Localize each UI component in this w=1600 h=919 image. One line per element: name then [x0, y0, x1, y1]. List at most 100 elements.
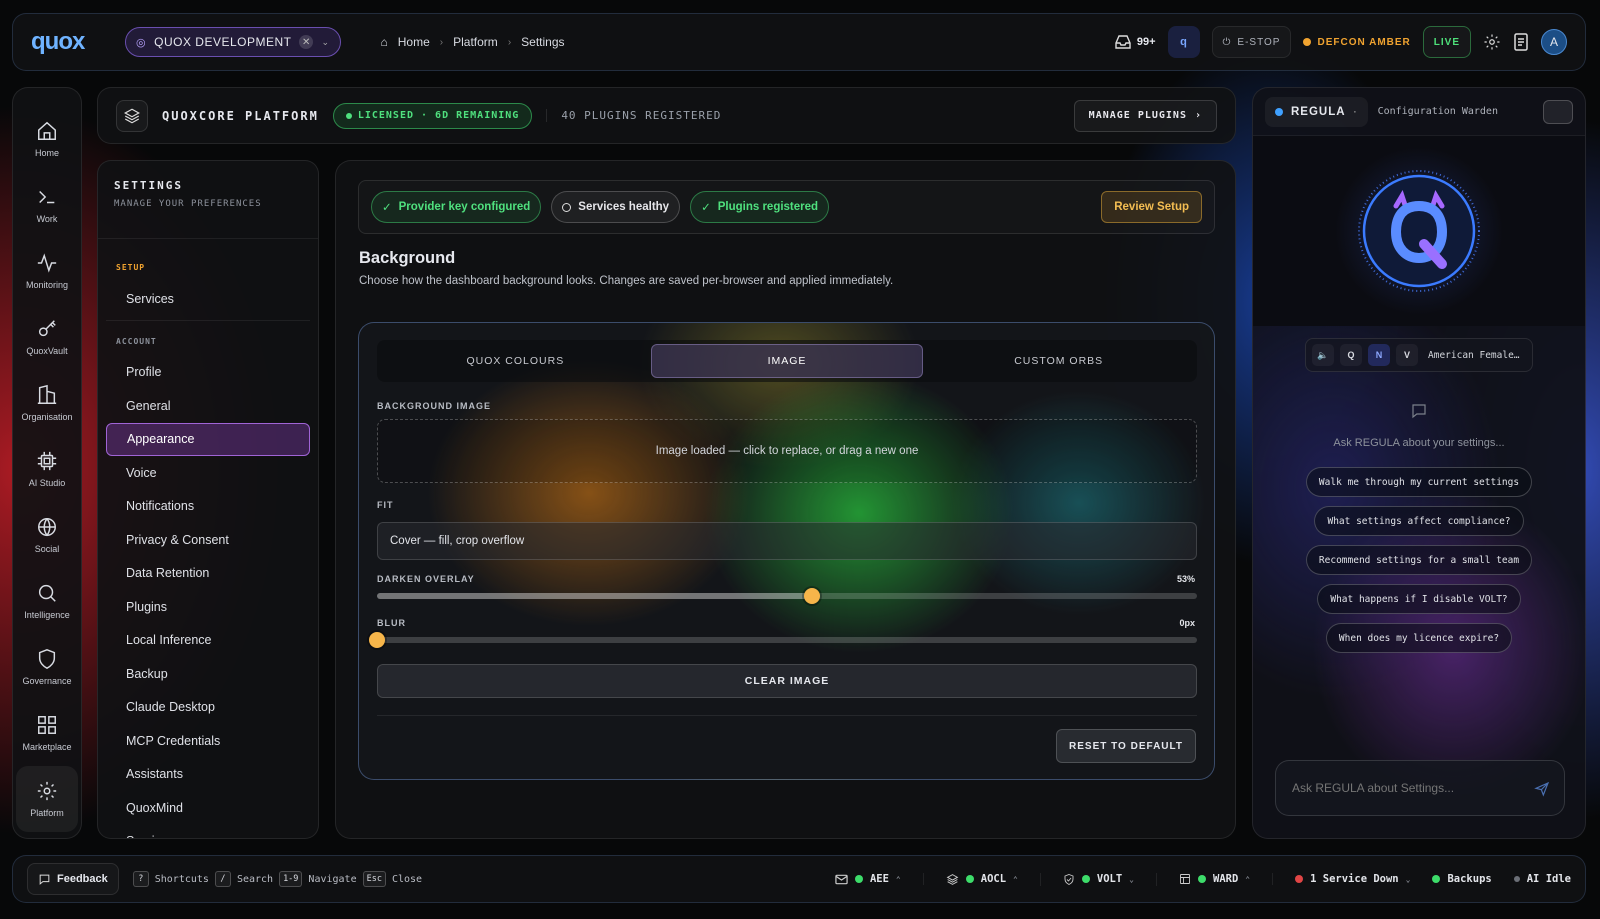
settings-item-plugins[interactable]: Plugins	[106, 590, 310, 624]
clear-org-icon[interactable]: ✕	[299, 35, 314, 49]
stat-ai-idle[interactable]: AI Idle	[1513, 873, 1571, 885]
stat-service-down[interactable]: 1 Service Down ⌄	[1295, 873, 1410, 885]
defcon-status[interactable]: DEFCON AMBER	[1303, 37, 1410, 48]
stat-aee[interactable]: AEE ⌃	[835, 873, 924, 885]
suggestion-chip[interactable]: Recommend settings for a small team	[1305, 545, 1533, 575]
stat-ward[interactable]: WARD ⌃	[1179, 873, 1274, 885]
breadcrumb-platform[interactable]: Platform	[453, 35, 498, 49]
live-badge[interactable]: LIVE	[1422, 26, 1471, 58]
status-chip-plugins[interactable]: ✓ Plugins registered	[690, 191, 830, 223]
voice-name[interactable]: American Female…	[1428, 350, 1520, 361]
estop-button[interactable]: ⏻ E-STOP	[1211, 26, 1292, 58]
review-setup-button[interactable]: Review Setup	[1101, 191, 1202, 223]
inbox-button[interactable]: 99+	[1115, 35, 1156, 49]
settings-item-local-inference[interactable]: Local Inference	[106, 624, 310, 658]
image-dropzone[interactable]: Image loaded — click to replace, or drag…	[377, 419, 1197, 483]
org-switcher[interactable]: ◎ QUOX DEVELOPMENT ✕ ⌄	[125, 27, 341, 57]
settings-item-assistants[interactable]: Assistants	[106, 758, 310, 792]
voice-mode-v[interactable]: V	[1396, 344, 1418, 366]
settings-item-quoxmind[interactable]: QuoxMind	[106, 791, 310, 825]
background-mode-tabs: QUOX COLOURS IMAGE CUSTOM ORBS	[377, 340, 1197, 382]
nav-label: Home	[34, 148, 59, 158]
send-icon[interactable]	[1534, 781, 1550, 797]
gear-icon[interactable]	[1483, 33, 1501, 51]
message-icon	[39, 874, 50, 885]
clear-image-button[interactable]: CLEAR IMAGE	[377, 664, 1197, 698]
globe-icon	[38, 518, 56, 537]
settings-item-mcp-credentials[interactable]: MCP Credentials	[106, 724, 310, 758]
settings-item-services-account[interactable]: Services	[106, 825, 310, 838]
chevron-down-icon[interactable]: ⌄	[321, 37, 329, 48]
settings-item-claude-desktop[interactable]: Claude Desktop	[106, 691, 310, 725]
suggestion-chip[interactable]: What settings affect compliance?	[1314, 506, 1524, 536]
nav-item-organisation[interactable]: Organisation	[16, 370, 78, 436]
settings-item-profile[interactable]: Profile	[106, 356, 310, 390]
app-logo[interactable]: quox	[31, 28, 111, 56]
license-dot	[345, 112, 352, 119]
search-icon	[38, 584, 56, 602]
status-chip-services[interactable]: Services healthy	[551, 191, 681, 223]
breadcrumb-home[interactable]: Home	[398, 35, 430, 49]
divider	[377, 715, 1197, 716]
regula-chat-input-wrapper	[1275, 760, 1565, 816]
setup-status-strip: ✓ Provider key configured Services healt…	[358, 180, 1215, 234]
settings-item-general[interactable]: General	[106, 389, 310, 423]
suggestion-chip[interactable]: What happens if I disable VOLT?	[1317, 584, 1521, 614]
reset-to-default-button[interactable]: RESET TO DEFAULT	[1056, 729, 1196, 763]
plugins-registered-count: 40 PLUGINS REGISTERED	[546, 109, 721, 122]
avatar[interactable]: A	[1541, 29, 1567, 55]
nav-item-marketplace[interactable]: Marketplace	[16, 700, 78, 766]
settings-item-voice[interactable]: Voice	[106, 456, 310, 490]
tab-quox-colours[interactable]: QUOX COLOURS	[380, 344, 651, 378]
background-image-label: BACKGROUND IMAGE	[377, 401, 491, 411]
nav-item-platform[interactable]: Platform	[16, 766, 78, 832]
slider-thumb[interactable]	[803, 588, 820, 604]
suggestion-chip[interactable]: Walk me through my current settings	[1305, 467, 1533, 497]
settings-item-notifications[interactable]: Notifications	[106, 490, 310, 524]
nav-item-governance[interactable]: Governance	[16, 634, 78, 700]
chip-label: Services healthy	[578, 201, 670, 213]
settings-item-services[interactable]: Services	[106, 282, 310, 316]
nav-item-monitoring[interactable]: Monitoring	[16, 238, 78, 304]
voice-mode-n[interactable]: N	[1368, 344, 1390, 366]
tab-image[interactable]: IMAGE	[650, 344, 924, 378]
settings-item-appearance[interactable]: Appearance	[106, 422, 310, 456]
feedback-button[interactable]: Feedback	[27, 863, 119, 895]
section-title: Background	[359, 249, 456, 267]
regula-agent-selector[interactable]: REGULA ·	[1265, 96, 1368, 127]
settings-item-privacy[interactable]: Privacy & Consent	[106, 523, 310, 557]
defcon-label: DEFCON AMBER	[1317, 36, 1411, 48]
document-icon[interactable]	[1513, 33, 1529, 51]
chevron-down-icon: ⌄	[1405, 874, 1411, 884]
settings-item-backup[interactable]: Backup	[106, 657, 310, 691]
nav-item-work[interactable]: Work	[16, 172, 78, 238]
blur-slider[interactable]	[369, 632, 1197, 648]
stat-aocl[interactable]: AOCL ⌃	[946, 872, 1041, 886]
nav-item-ai-studio[interactable]: AI Studio	[16, 436, 78, 502]
inbox-icon	[1115, 35, 1131, 49]
nav-item-quoxvault[interactable]: QuoxVault	[16, 304, 78, 370]
darken-overlay-slider[interactable]	[377, 588, 1197, 604]
collapse-panel-icon[interactable]	[1543, 99, 1573, 124]
settings-item-data-retention[interactable]: Data Retention	[106, 557, 310, 591]
nav-item-home[interactable]: Home	[16, 106, 78, 172]
suggestion-chip[interactable]: When does my licence expire?	[1325, 623, 1513, 653]
slider-thumb[interactable]	[369, 632, 385, 648]
speaker-icon[interactable]: 🔈	[1312, 344, 1334, 366]
terminal-icon	[39, 190, 55, 204]
stat-volt[interactable]: VOLT ⌄	[1063, 872, 1157, 886]
hotkey-label: Navigate	[308, 873, 357, 885]
stat-label: Backups	[1447, 873, 1492, 885]
voice-mode-q[interactable]: Q	[1340, 344, 1362, 366]
settings-sidebar: SETTINGS MANAGE YOUR PREFERENCES SETUP S…	[97, 160, 319, 839]
manage-plugins-button[interactable]: MANAGE PLUGINS ›	[1073, 99, 1217, 132]
fit-select[interactable]: Cover — fill, crop overflow	[377, 522, 1197, 560]
status-chip-provider-key[interactable]: ✓ Provider key configured	[371, 191, 542, 223]
top-bar: quox ◎ QUOX DEVELOPMENT ✕ ⌄ ⌂ Home › Pla…	[12, 13, 1586, 71]
nav-item-social[interactable]: Social	[16, 502, 78, 568]
tab-custom-orbs[interactable]: CUSTOM ORBS	[923, 344, 1194, 378]
stat-backups[interactable]: Backups	[1432, 873, 1492, 885]
nav-item-intelligence[interactable]: Intelligence	[16, 568, 78, 634]
regula-chat-input[interactable]	[1292, 781, 1524, 795]
quox-assistant-button[interactable]: q	[1167, 26, 1200, 58]
